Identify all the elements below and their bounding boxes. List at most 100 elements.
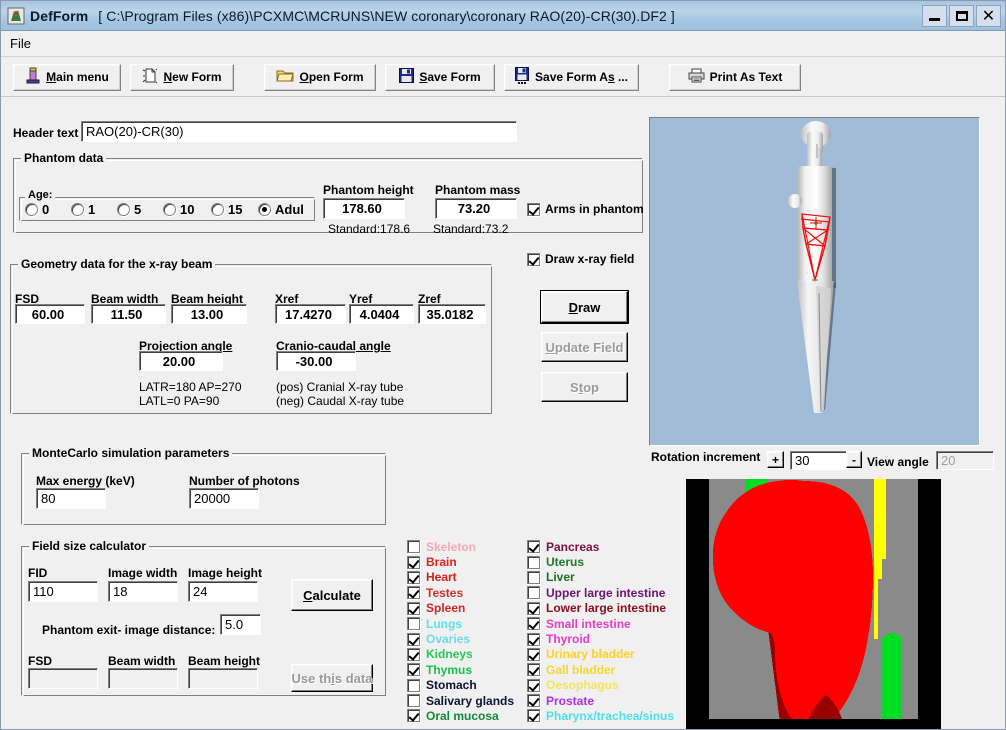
organ-row[interactable]: Testes xyxy=(407,585,514,600)
phantom-height-input[interactable]: 178.60 xyxy=(323,198,405,219)
checkbox-icon xyxy=(407,632,420,646)
update-field-label: Update Field xyxy=(545,339,624,355)
organ-row[interactable]: Small intestine xyxy=(527,616,674,631)
age-radio-1[interactable]: 1 xyxy=(71,202,95,217)
organ-row[interactable]: Oral mucosa xyxy=(407,708,514,723)
save-form-button[interactable]: Save Form xyxy=(385,63,495,91)
phantom-mass-input[interactable]: 73.20 xyxy=(435,198,517,219)
image-height-input[interactable]: 24 xyxy=(188,581,258,602)
organ-row[interactable]: Spleen xyxy=(407,601,514,616)
organ-row[interactable]: Brain xyxy=(407,554,514,569)
title-bar-text: DefForm [ C:\Program Files (x86)\PCXMC\M… xyxy=(30,8,675,24)
projection-angle-input[interactable]: 20.00 xyxy=(139,351,223,371)
geometry-note-latl: LATL=0 PA=90 xyxy=(139,394,220,408)
age-radio-adult-label: Adul xyxy=(275,202,304,217)
organ-label: Pancreas xyxy=(546,539,600,554)
age-radio-adult[interactable]: Adul xyxy=(258,202,304,217)
checkbox-icon xyxy=(527,252,540,266)
phantom-3d-view[interactable] xyxy=(649,117,980,446)
image-width-input[interactable]: 18 xyxy=(108,581,178,602)
organ-row[interactable]: Salivary glands xyxy=(407,693,514,708)
use-this-data-label: Use this data xyxy=(291,670,373,686)
checkbox-icon xyxy=(527,632,540,646)
organ-row[interactable]: Kidneys xyxy=(407,647,514,662)
arms-in-phantom-checkbox[interactable]: Arms in phantom xyxy=(527,202,644,216)
stop-button[interactable]: Stop xyxy=(541,372,628,402)
age-radio-0[interactable]: 0 xyxy=(25,202,49,217)
main-menu-button[interactable]: Main menu xyxy=(13,63,121,91)
organ-row[interactable]: Thyroid xyxy=(527,631,674,646)
organ-label: Oral mucosa xyxy=(426,708,499,723)
phantom-exit-image-distance-label: Phantom exit- image distance: xyxy=(42,623,216,637)
checkbox-icon xyxy=(527,617,540,631)
view-angle-output: 20 xyxy=(936,451,994,470)
organ-row[interactable]: Urinary bladder xyxy=(527,647,674,662)
window-controls: ✕ xyxy=(922,4,1005,27)
draw-button[interactable]: Draw xyxy=(540,290,629,324)
cranio-caudal-angle-input[interactable]: -30.00 xyxy=(276,351,356,371)
rotation-increment-input[interactable]: 30 xyxy=(790,451,848,470)
xref-input[interactable]: 17.4270 xyxy=(275,304,346,324)
checkbox-icon xyxy=(407,586,420,600)
checkbox-icon xyxy=(407,601,420,615)
organ-row[interactable]: Skeleton xyxy=(407,539,514,554)
organ-slice-render xyxy=(686,479,941,729)
new-form-button[interactable]: New Form xyxy=(130,63,234,91)
phantom-exit-image-distance-input[interactable]: 5.0 xyxy=(220,614,261,635)
number-of-photons-input[interactable]: 20000 xyxy=(189,488,259,509)
organ-row[interactable]: Thymus xyxy=(407,662,514,677)
organ-row[interactable]: Gall bladder xyxy=(527,662,674,677)
organ-row[interactable]: Pancreas xyxy=(527,539,674,554)
organ-row[interactable]: Prostate xyxy=(527,693,674,708)
checkbox-icon xyxy=(407,663,420,677)
yref-input[interactable]: 4.0404 xyxy=(349,304,414,324)
checkbox-icon xyxy=(527,586,540,600)
age-radio-10[interactable]: 10 xyxy=(163,202,194,217)
organ-row[interactable]: Lungs xyxy=(407,616,514,631)
max-energy-input[interactable]: 80 xyxy=(36,488,106,509)
organ-row[interactable]: Liver xyxy=(527,570,674,585)
rotation-decrease-button[interactable]: - xyxy=(846,451,862,468)
zref-input[interactable]: 35.0182 xyxy=(418,304,486,324)
organ-label: Lungs xyxy=(426,616,462,631)
calculate-button[interactable]: Calculate xyxy=(291,579,373,611)
use-this-data-button[interactable]: Use this data xyxy=(291,664,373,692)
header-text-label: Header text xyxy=(13,126,79,140)
age-radio-15[interactable]: 15 xyxy=(211,202,242,217)
montecarlo-title: MonteCarlo simulation parameters xyxy=(29,446,233,460)
organ-list-left: Skeleton Brain Heart Testes Spleen Lungs… xyxy=(407,539,514,724)
maximize-button[interactable] xyxy=(949,4,974,27)
minimize-button[interactable] xyxy=(922,4,947,27)
print-as-text-button[interactable]: Print As Text xyxy=(669,63,801,91)
organ-row[interactable]: Lower large intestine xyxy=(527,601,674,616)
fsd-input[interactable]: 60.00 xyxy=(15,304,85,324)
organ-row[interactable]: Heart xyxy=(407,570,514,585)
save-form-as-button[interactable]: Save Form As ... xyxy=(504,63,639,91)
update-field-button[interactable]: Update Field xyxy=(541,332,628,362)
fid-input[interactable]: 110 xyxy=(28,581,98,602)
organ-row[interactable]: Ovaries xyxy=(407,631,514,646)
open-form-button[interactable]: Open Form xyxy=(264,63,376,91)
checkbox-icon xyxy=(527,555,540,569)
checkbox-icon xyxy=(527,540,540,554)
rotation-increase-button[interactable]: + xyxy=(767,451,784,468)
organ-row[interactable]: Pharynx/trachea/sinus xyxy=(527,708,674,723)
menu-item-file[interactable]: File xyxy=(1,33,40,54)
save-form-label: Save Form xyxy=(419,70,481,84)
organ-slice-view[interactable] xyxy=(686,479,941,729)
header-text-input[interactable]: RAO(20)-CR(30) xyxy=(81,121,517,142)
organ-row[interactable]: Uterus xyxy=(527,554,674,569)
max-energy-label: Max energy (keV) xyxy=(36,474,135,488)
beam-height-input[interactable]: 13.00 xyxy=(171,304,247,324)
organ-row[interactable]: Stomach xyxy=(407,678,514,693)
phantom-height-standard: Standard:178.6 xyxy=(328,222,411,236)
age-radio-5[interactable]: 5 xyxy=(117,202,141,217)
radio-icon xyxy=(71,203,84,216)
organ-label: Skeleton xyxy=(426,539,477,554)
beam-width-input[interactable]: 11.50 xyxy=(91,304,166,324)
new-document-icon xyxy=(142,67,158,87)
close-button[interactable]: ✕ xyxy=(976,4,1001,27)
organ-row[interactable]: Upper large intestine xyxy=(527,585,674,600)
organ-row[interactable]: Oesophagus xyxy=(527,678,674,693)
draw-xray-field-checkbox[interactable]: Draw x-ray field xyxy=(527,252,634,266)
